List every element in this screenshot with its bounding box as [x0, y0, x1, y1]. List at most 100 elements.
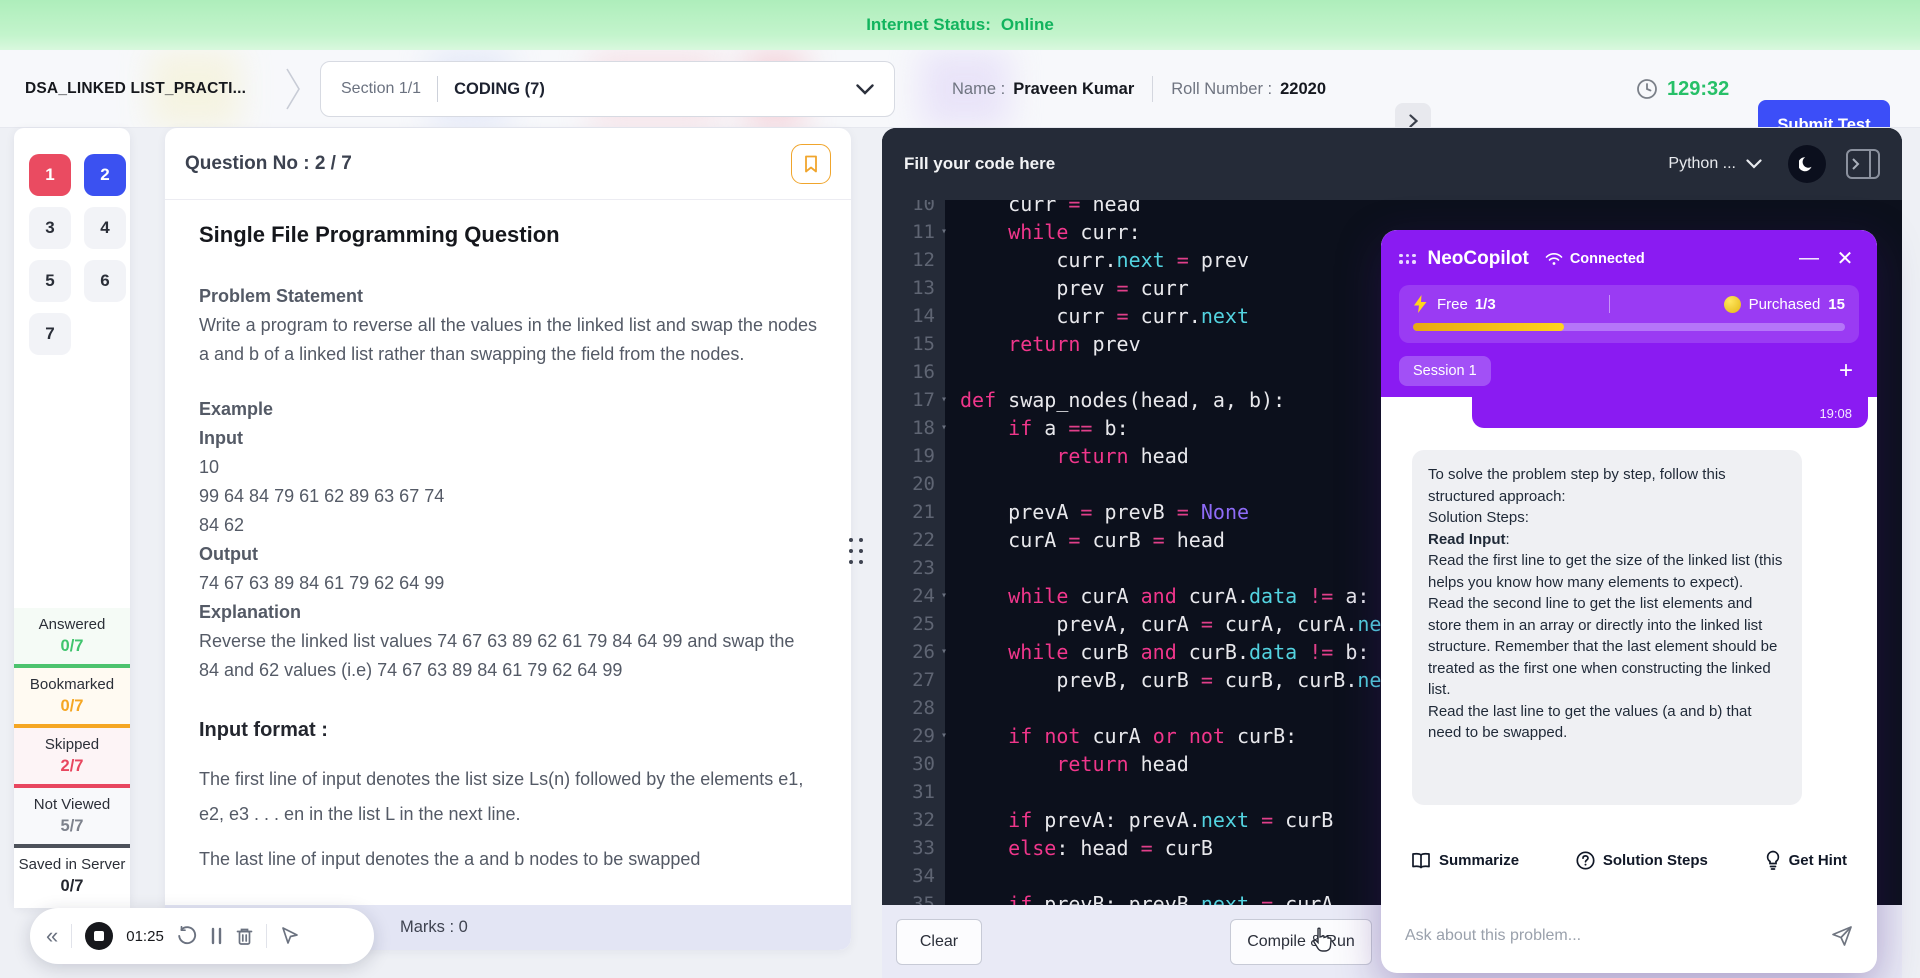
question-number-button[interactable]: 3: [29, 207, 71, 249]
assistant-message-line: To solve the problem step by step, follo…: [1428, 464, 1786, 507]
fold-caret-icon[interactable]: ▾: [941, 386, 947, 414]
code-text: curA = curB = head: [945, 526, 1225, 554]
send-icon[interactable]: [1831, 925, 1853, 947]
section-dropdown[interactable]: Section 1/1 CODING (7): [320, 61, 895, 117]
question-number-button[interactable]: 4: [84, 207, 126, 249]
bookmark-button[interactable]: [791, 144, 831, 184]
question-content: Single File Programming QuestionProblem …: [165, 200, 851, 905]
line-number: 30: [882, 750, 945, 778]
question-number-button[interactable]: 6: [84, 260, 126, 302]
submit-test-button[interactable]: Submit Test: [1758, 100, 1890, 128]
legend-card: Not Viewed5/7: [14, 788, 130, 848]
chevron-right-icon: [1852, 158, 1860, 170]
solution-steps-button[interactable]: Solution Steps: [1576, 851, 1708, 870]
code-text: [945, 862, 960, 890]
line-number: 19: [882, 442, 945, 470]
fold-caret-icon[interactable]: ▾: [941, 582, 947, 610]
line-number: 17▾: [882, 386, 945, 414]
credits-progress-track: [1413, 323, 1845, 331]
legend-label: Answered: [39, 616, 106, 633]
question-text: 74 67 63 89 84 61 79 62 64 99: [199, 569, 817, 598]
line-number: 33: [882, 834, 945, 862]
question-number-grid: 1234567: [14, 128, 130, 355]
line-number: 13: [882, 274, 945, 302]
ask-problem-input[interactable]: [1405, 927, 1831, 945]
mouse-cursor-icon: [1310, 927, 1334, 953]
pointer-tracking-toggle[interactable]: [280, 926, 300, 946]
code-text: if a == b:: [945, 414, 1129, 442]
question-number-button[interactable]: 7: [29, 313, 71, 355]
header-collapse-button[interactable]: [1395, 103, 1431, 128]
question-text: The last line of input denotes the a and…: [199, 842, 817, 877]
code-text: return head: [945, 750, 1189, 778]
coin-icon: [1724, 296, 1741, 313]
breadcrumb-chevron-icon: [284, 67, 302, 111]
language-selector[interactable]: Python ...: [1668, 155, 1762, 173]
line-number: 26▾: [882, 638, 945, 666]
connection-status: Connected: [1545, 251, 1645, 267]
line-number: 25: [882, 610, 945, 638]
code-text: prevA = prevB = None: [945, 498, 1249, 526]
pause-recording-button[interactable]: [210, 927, 223, 945]
close-button[interactable]: ✕: [1831, 246, 1859, 271]
code-text: if not curA or not curB:: [945, 722, 1297, 750]
legend-card: Answered 0/7: [14, 608, 130, 668]
collapse-recorder-button[interactable]: «: [46, 923, 58, 949]
code-text: curr = curr.next: [945, 302, 1249, 330]
restart-recording-button[interactable]: [177, 926, 197, 946]
fold-caret-icon[interactable]: ▾: [941, 414, 947, 442]
delete-recording-button[interactable]: [236, 927, 253, 946]
credits-card: Free 1/3 Purchased 15: [1399, 285, 1859, 343]
internet-status-value: Online: [1001, 15, 1054, 35]
legend-count: 2/7: [61, 757, 84, 776]
test-title: DSA_LINKED LIST_PRACTI...: [25, 50, 246, 128]
dark-mode-toggle[interactable]: [1788, 145, 1826, 183]
name-value: Praveen Kumar: [1013, 80, 1134, 99]
question-text: 84 62: [199, 511, 817, 540]
fold-caret-icon[interactable]: ▾: [941, 722, 947, 750]
get-hint-button[interactable]: Get Hint: [1765, 850, 1847, 870]
section-mode-label: CODING (7): [454, 80, 545, 99]
session-tab[interactable]: Session 1: [1399, 356, 1491, 386]
panel-resize-handle[interactable]: [849, 538, 867, 574]
collapse-panel-button[interactable]: [1846, 149, 1880, 179]
code-text: prev = curr: [945, 274, 1189, 302]
assistant-message-line: Read the first line to get the size of t…: [1428, 550, 1786, 593]
legend-card: Skipped2/7: [14, 728, 130, 788]
lightning-icon: [1413, 295, 1428, 313]
screen-recorder-bar: « 01:25: [30, 908, 374, 964]
question-text: Write a program to reverse all the value…: [199, 311, 817, 369]
question-number-button[interactable]: 1: [29, 154, 71, 196]
drag-handle-icon[interactable]: [1399, 254, 1416, 264]
minimize-button[interactable]: —: [1795, 247, 1823, 270]
cursor-pointer-icon: [280, 926, 300, 946]
question-text: 10: [199, 453, 817, 482]
question-status-legend: Answered 0/7 Bookmarked 0/7 Skipped2/7Not Vi…: [14, 608, 130, 908]
assistant-message-line: Read the second line to get the list ele…: [1428, 593, 1786, 701]
new-session-button[interactable]: +: [1839, 357, 1859, 385]
free-count: 1/3: [1475, 296, 1496, 313]
compile-run-button[interactable]: Compile & Run: [1230, 919, 1372, 965]
fold-caret-icon[interactable]: ▾: [941, 638, 947, 666]
moon-icon: [1799, 156, 1816, 173]
fold-caret-icon[interactable]: ▾: [941, 218, 947, 246]
summarize-button[interactable]: Summarize: [1411, 852, 1519, 869]
clear-button[interactable]: Clear: [896, 919, 982, 965]
name-label: Name :: [952, 80, 1005, 99]
legend-count: 0/7: [61, 637, 84, 656]
internet-status-bar: Internet Status: Online: [0, 0, 1920, 50]
line-number: 24▾: [882, 582, 945, 610]
code-text: return head: [945, 442, 1189, 470]
question-number-button[interactable]: 5: [29, 260, 71, 302]
legend-label: Saved in Server: [19, 856, 126, 873]
code-text: [945, 778, 960, 806]
legend-count: 0/7: [61, 697, 84, 716]
assistant-message-line: Read the last line to get the values (a …: [1428, 701, 1786, 744]
question-number-button[interactable]: 2: [84, 154, 126, 196]
stop-recording-button[interactable]: [85, 922, 113, 950]
question-text: Output: [199, 540, 817, 569]
legend-card: Bookmarked 0/7: [14, 668, 130, 728]
neocopilot-title: NeoCopilot: [1428, 248, 1529, 270]
legend-label: Bookmarked: [30, 676, 114, 693]
question-text: The first line of input denotes the list…: [199, 762, 817, 832]
